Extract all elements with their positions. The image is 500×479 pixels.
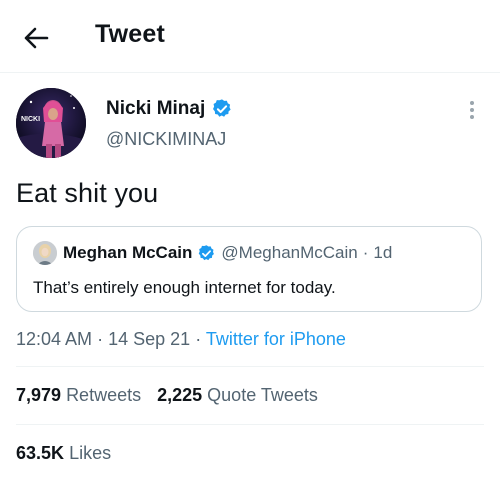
quote-tweets-label: Quote Tweets [207,385,318,405]
quoted-author-handle: @MeghanMcCain [221,243,358,262]
quoted-separator: · [362,243,369,262]
quoted-header: Meghan McCain @MeghanMcCain · 1d [63,243,392,263]
likes-stats: 63.5K Likes [16,443,111,464]
quoted-tweet-text: That’s entirely enough internet for toda… [33,278,336,297]
quoted-author-name: Meghan McCain [63,243,193,262]
retweets-label: Retweets [66,385,142,405]
likes-label: Likes [69,443,112,463]
quoted-tweet-card[interactable]: Meghan McCain @MeghanMcCain · 1d That’s … [16,226,482,312]
divider [16,366,484,367]
arrow-left-icon [24,27,49,49]
meta-separator: · [97,329,104,349]
author-avatar[interactable]: NICKI [16,88,86,158]
retweets-stat[interactable]: 7,979 Retweets [16,385,141,406]
quote-tweets-stat[interactable]: 2,225 Quote Tweets [157,385,318,406]
tweet-metadata: 12:04 AM · 14 Sep 21 · Twitter for iPhon… [16,329,346,350]
author-handle[interactable]: @NICKIMINAJ [106,129,226,150]
more-dots-icon [464,101,480,119]
author-name-row: Nicki Minaj [106,98,233,120]
quoted-avatar-image [33,241,57,265]
quoted-author-avatar [33,241,57,265]
tweet-source-link[interactable]: Twitter for iPhone [206,329,346,349]
likes-count: 63.5K [16,443,65,463]
quoted-time: 1d [373,243,393,262]
author-name[interactable]: Nicki Minaj [106,98,205,120]
avatar-image: NICKI [16,88,86,158]
meta-separator: · [195,329,202,349]
tweet-date[interactable]: 14 Sep 21 [108,329,190,349]
quote-tweets-count: 2,225 [157,385,203,405]
page-title: Tweet [95,20,165,48]
back-button[interactable] [20,22,52,54]
verified-badge-icon [213,99,231,117]
retweets-count: 7,979 [16,385,62,405]
top-bar: Tweet [0,0,500,73]
verified-badge-icon [199,244,215,260]
tweet-time[interactable]: 12:04 AM [16,329,92,349]
more-options-button[interactable] [464,98,480,122]
tweet-text: Eat shit you [16,178,159,208]
likes-stat[interactable]: 63.5K Likes [16,443,111,464]
divider [16,424,484,425]
avatar-caption: NICKI [21,116,40,123]
engagement-stats: 7,979 Retweets 2,225 Quote Tweets [16,385,318,406]
